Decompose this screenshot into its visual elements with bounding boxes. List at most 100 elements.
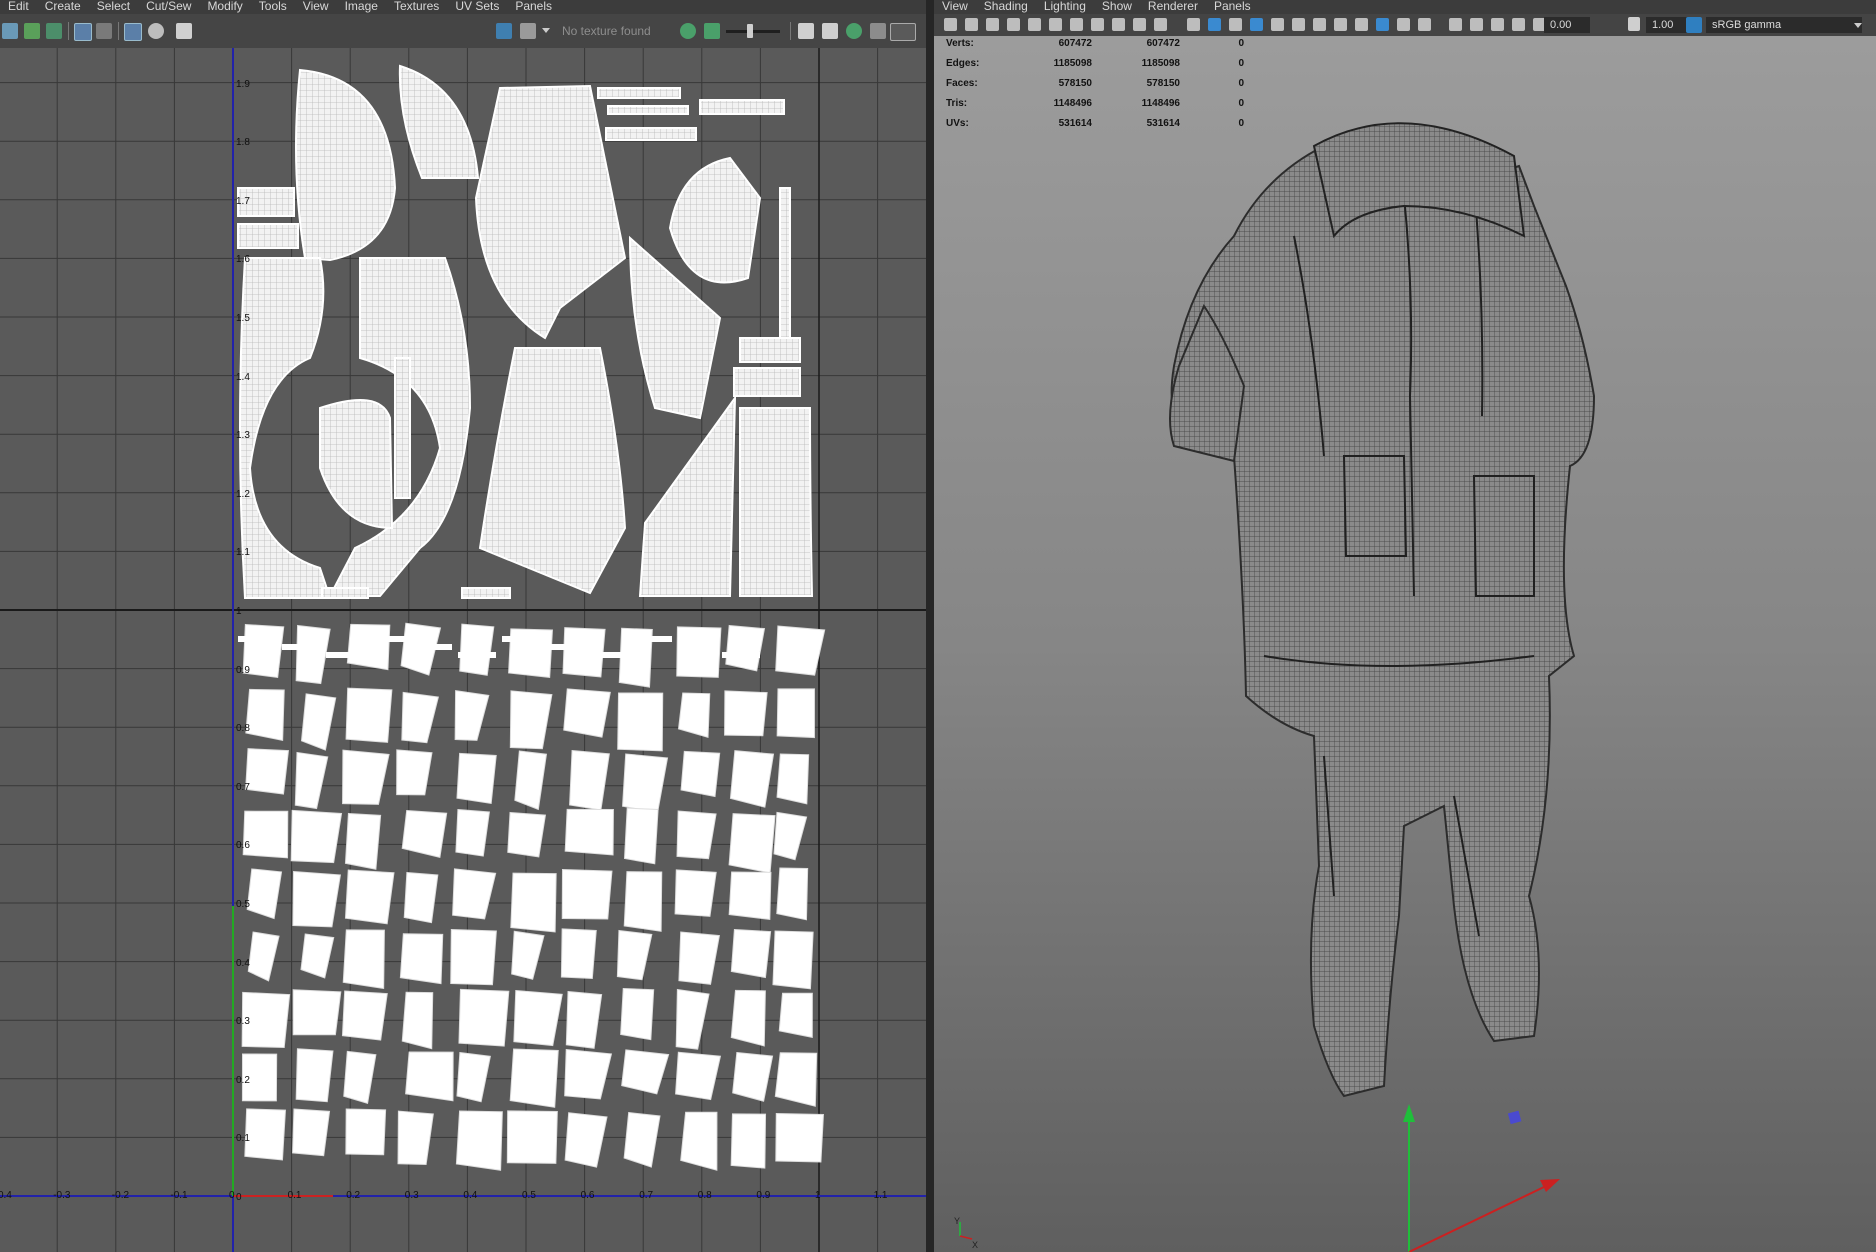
menu-uv-sets[interactable]: UV Sets [447, 0, 507, 13]
hud-component-count: 0 [1238, 77, 1244, 89]
menu-view[interactable]: View [295, 0, 337, 13]
motion-blur-icon[interactable] [1376, 18, 1389, 31]
menu-create[interactable]: Create [37, 0, 89, 13]
menu-tools[interactable]: Tools [251, 0, 295, 13]
hud-row: Tris: 1148496 1148496 0 [946, 96, 1244, 116]
checker-map-icon[interactable] [520, 23, 536, 39]
panel-divider[interactable] [926, 0, 934, 1252]
field-chart-icon[interactable] [1112, 18, 1125, 31]
wireframe-icon[interactable] [1187, 18, 1200, 31]
uv-y-tick-label: 1.9 [236, 78, 250, 90]
menu-renderer[interactable]: Renderer [1140, 0, 1206, 13]
uv-canvas[interactable] [0, 48, 926, 1252]
uv-distort-icon[interactable] [46, 23, 62, 39]
refresh-icon[interactable] [846, 23, 862, 39]
exposure-field[interactable]: 0.00 [1544, 17, 1590, 33]
uv-shell [722, 652, 760, 658]
gate-mask-icon[interactable] [1091, 18, 1104, 31]
psd-icon[interactable] [890, 23, 916, 41]
gamma-icon[interactable] [1628, 17, 1640, 31]
chevron-down-icon[interactable] [542, 28, 550, 33]
uv-viewport[interactable]: 1.9 1.8 1.7 1.6 1.5 1.4 1.3 1.2 1.1 1 0.9 0.8 0.7 0.6… [0, 48, 926, 1252]
export-icon[interactable] [822, 23, 838, 39]
xray-joints-icon[interactable] [1292, 18, 1305, 31]
close-image-icon[interactable] [870, 23, 886, 39]
anti-alias-icon[interactable] [1397, 18, 1410, 31]
smooth-shade-icon[interactable] [1208, 18, 1221, 31]
shadows-icon[interactable] [1334, 18, 1347, 31]
uv-y-tick-label: 0.2 [236, 1074, 250, 1086]
xray-active-icon[interactable] [1470, 18, 1483, 31]
fit-icon[interactable] [798, 23, 814, 39]
camera-icon[interactable] [944, 18, 957, 31]
two-sided-icon[interactable] [1512, 18, 1525, 31]
resolution-gate-icon[interactable] [1070, 18, 1083, 31]
uv-shell [730, 989, 766, 1047]
menu-view[interactable]: View [934, 0, 976, 13]
menu-edit[interactable]: Edit [0, 0, 37, 13]
hud-scene-count: 531614 [1058, 117, 1092, 129]
safe-title-icon[interactable] [1154, 18, 1167, 31]
xray-icon[interactable] [1271, 18, 1284, 31]
menu-panels[interactable]: Panels [507, 0, 560, 13]
texture-field[interactable]: No texture found [556, 22, 670, 40]
uv-shell [775, 1112, 824, 1163]
menu-panels[interactable]: Panels [1206, 0, 1259, 13]
perspective-viewport[interactable]: YX Verts: 607472 607472 0 Edges: 1185098 11850… [934, 36, 1876, 1252]
grid-icon[interactable] [1028, 18, 1041, 31]
chevron-down-icon[interactable] [1854, 23, 1862, 28]
uv-shell [456, 752, 497, 805]
uv-shell [730, 929, 772, 979]
hud-component-count: 0 [1238, 57, 1244, 69]
uv-x-tick-label: -0.4 [0, 1190, 12, 1201]
menu-textures[interactable]: Textures [386, 0, 447, 13]
uv-shell-icon[interactable] [24, 23, 40, 39]
menu-shading[interactable]: Shading [976, 0, 1036, 13]
uv-toolbar: No texture found [0, 14, 926, 49]
checker-icon[interactable] [96, 23, 112, 39]
uv-shell [779, 187, 791, 339]
isolate-select-icon[interactable] [1449, 18, 1462, 31]
xray-component-icon[interactable] [1491, 18, 1504, 31]
menu-cut-sew[interactable]: Cut/Sew [138, 0, 199, 13]
snapshot-icon[interactable] [148, 23, 164, 39]
bookmark-icon[interactable] [986, 18, 999, 31]
color-space-dropdown[interactable]: sRGB gamma [1706, 17, 1862, 33]
menu-lighting[interactable]: Lighting [1036, 0, 1094, 13]
exposure-icon[interactable] [680, 23, 696, 39]
uv-shell [282, 644, 320, 650]
color-management-icon[interactable] [1686, 17, 1702, 33]
lights-icon[interactable] [1313, 18, 1326, 31]
uv-shell [514, 750, 548, 811]
isolate-icon[interactable] [124, 23, 142, 41]
wireframe-on-shaded-icon[interactable] [1250, 18, 1263, 31]
uv-shell [341, 990, 388, 1041]
film-gate-icon[interactable] [1049, 18, 1062, 31]
safe-action-icon[interactable] [1133, 18, 1146, 31]
uv-y-tick-label: 1.8 [236, 137, 250, 149]
depth-of-field-icon[interactable] [1418, 18, 1431, 31]
exposure-slider[interactable] [726, 30, 780, 33]
menu-image[interactable]: Image [337, 0, 386, 13]
viewport-canvas[interactable]: YX [934, 36, 1876, 1252]
uv-y-tick-label: 1.4 [236, 371, 250, 383]
hud-label: UVs: [946, 117, 969, 129]
camera-attr-icon[interactable] [965, 18, 978, 31]
menu-modify[interactable]: Modify [199, 0, 250, 13]
menu-show[interactable]: Show [1094, 0, 1140, 13]
uv-shell [678, 931, 720, 985]
uv-shell [638, 394, 737, 597]
ambient-occlusion-icon[interactable] [1355, 18, 1368, 31]
uv-x-tick-label: -0.2 [111, 1190, 130, 1201]
image-display-icon[interactable] [176, 23, 192, 39]
uv-grid-icon[interactable] [2, 23, 18, 39]
exposure-slider-handle[interactable] [747, 24, 753, 38]
image-display-icon[interactable] [496, 23, 512, 39]
display-grid-icon[interactable] [74, 23, 92, 41]
uv-shell [452, 868, 497, 920]
uv-shell [245, 748, 290, 795]
gamma-icon[interactable] [704, 23, 720, 39]
image-plane-icon[interactable] [1007, 18, 1020, 31]
default-material-icon[interactable] [1229, 18, 1242, 31]
menu-select[interactable]: Select [89, 0, 138, 13]
